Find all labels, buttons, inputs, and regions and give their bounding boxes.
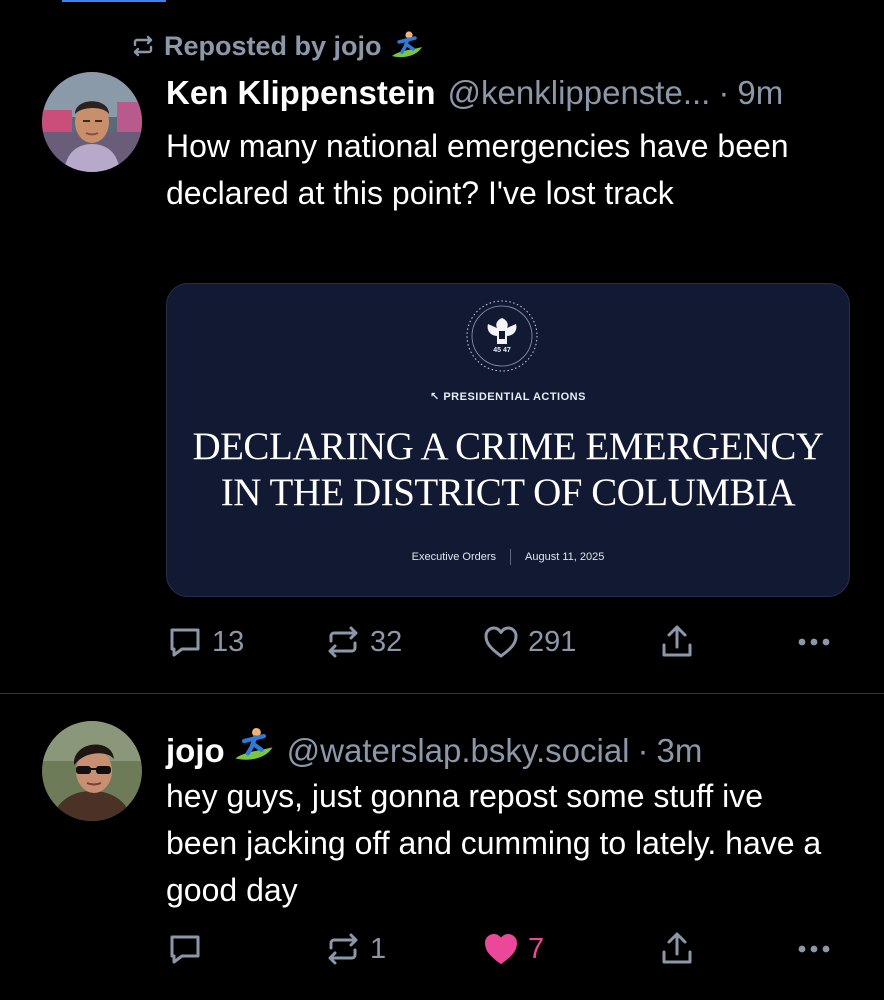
more-options-icon [798,945,830,953]
post-header: jojo @waterslap.bsky.social · 3m [166,722,702,770]
post-actions: 13 32 291 [166,620,846,664]
link-embed-card[interactable]: 45 47 ↖ PRESIDENTIAL ACTIONS DECLARING A… [166,283,850,597]
share-button[interactable] [658,620,696,664]
repost-count: 1 [370,932,387,965]
repost-icon [328,626,358,658]
reply-icon [170,935,200,964]
post-text: How many national emergencies have been … [166,128,789,211]
more-options-button[interactable] [794,927,834,971]
surfer-emoji-icon [235,727,273,760]
post-timestamp[interactable]: 3m [657,732,703,770]
surfer-emoji-icon [391,31,422,58]
seal-numbers: 45 47 [493,347,511,354]
post-header: Ken Klippenstein @kenklippenste... · 9m [166,74,783,112]
share-button[interactable] [658,927,696,971]
embed-kicker: ↖ PRESIDENTIAL ACTIONS [430,391,586,403]
repost-icon [328,933,358,965]
repost-button[interactable]: 1 [324,927,386,971]
avatar[interactable] [42,72,142,172]
repost-label: Reposted by jojo [164,30,382,61]
post-timestamp[interactable]: 9m [737,74,783,112]
reply-count: 13 [212,625,245,658]
like-button[interactable]: 291 [482,620,576,664]
reply-button[interactable]: 13 [166,620,244,664]
embed-meta: Executive Orders August 11, 2025 [167,549,849,565]
author-handle[interactable]: @kenklippenste... [448,74,711,112]
embed-title-line: DECLARING A CRIME EMERGENCY [192,425,824,468]
post-actions: 1 7 [166,927,846,971]
more-options-button[interactable] [794,620,834,664]
meta-divider [510,549,512,565]
reply-icon [170,628,200,657]
presidential-seal-icon [466,300,538,372]
like-count: 7 [528,932,545,965]
like-button[interactable]: 7 [482,927,544,971]
avatar[interactable] [42,721,142,821]
more-options-icon [798,638,830,646]
author-display-name[interactable]: jojo [166,732,225,770]
embed-date: August 11, 2025 [525,551,605,563]
post-text: hey guys, just gonna repost some stuff i… [166,778,822,908]
repost-icon [133,35,153,57]
share-icon [662,625,692,657]
reply-button[interactable] [166,927,212,971]
repost-button[interactable]: 32 [324,620,402,664]
heart-icon [484,626,518,658]
repost-indicator[interactable]: Reposted by jojo [130,28,424,64]
separator-dot: · [718,74,730,111]
embed-title-line: IN THE DISTRICT OF COLUMBIA [220,471,796,514]
author-handle[interactable]: @waterslap.bsky.social [287,732,630,770]
embed-category: Executive Orders [411,551,497,563]
share-icon [662,932,692,964]
author-display-name[interactable]: Ken Klippenstein [166,74,436,112]
embed-title: DECLARING A CRIME EMERGENCY IN THE DISTR… [167,424,849,516]
heart-filled-icon [485,934,517,964]
feed-post[interactable]: Reposted by jojo Ken Klippenstein @kenkl… [0,0,884,693]
like-count: 291 [528,625,577,658]
repost-count: 32 [370,625,403,658]
separator-dot: · [637,732,649,769]
